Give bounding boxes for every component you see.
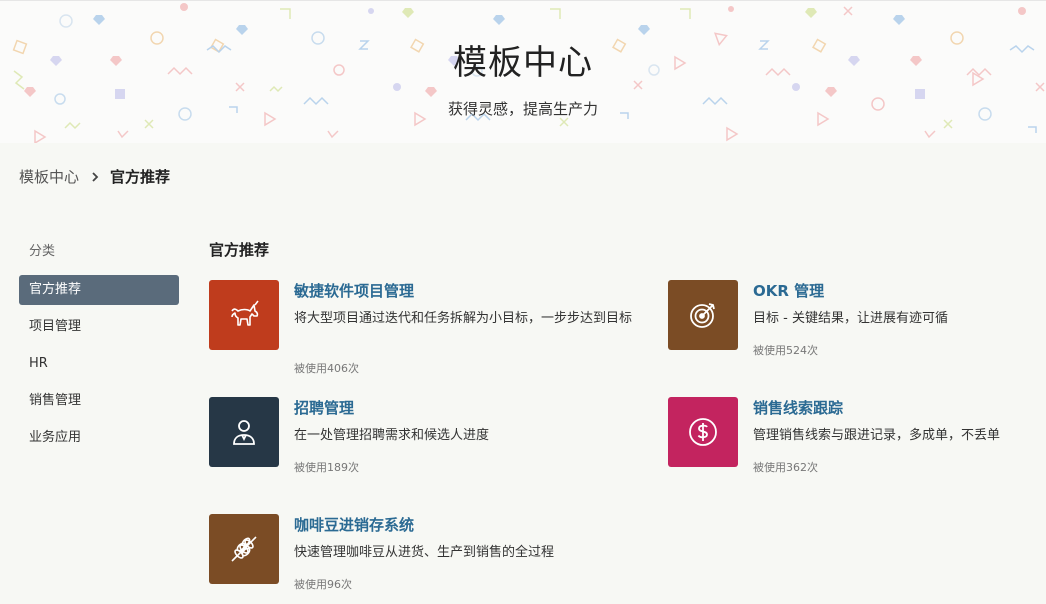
template-title[interactable]: 咖啡豆进销存系统	[294, 514, 414, 535]
template-usage-count: 被使用96次	[294, 578, 352, 591]
breadcrumb: 模板中心 官方推荐	[19, 166, 170, 187]
template-usage-count: 被使用189次	[294, 461, 359, 474]
hero-title: 模板中心	[453, 43, 593, 83]
person-icon	[209, 397, 279, 467]
hero-subtitle: 获得灵感，提高生产力	[447, 100, 598, 118]
template-card[interactable]: 招聘管理 在一处管理招聘需求和候选人进度 被使用189次	[209, 397, 579, 497]
sidebar-item-project[interactable]: 项目管理	[19, 312, 179, 342]
template-description: 目标 - 关键结果，让进展有迹可循	[753, 311, 948, 326]
wheat-icon	[209, 514, 279, 584]
sidebar-item-sales[interactable]: 销售管理	[19, 386, 179, 416]
template-card[interactable]: 销售线索跟踪 管理销售线索与跟进记录，多成单，不丢单 被使用362次	[668, 397, 1038, 497]
category-sidebar: 分类 官方推荐 项目管理 HR 销售管理 业务应用	[19, 236, 179, 453]
template-description: 将大型项目通过迭代和任务拆解为小目标，一步步达到目标	[294, 311, 633, 326]
sidebar-item-official[interactable]: 官方推荐	[19, 275, 179, 305]
template-card[interactable]: 咖啡豆进销存系统 快速管理咖啡豆从进货、生产到销售的全过程 被使用96次	[209, 514, 579, 604]
sidebar-item-business[interactable]: 业务应用	[19, 423, 179, 453]
unicorn-icon	[209, 280, 279, 350]
chevron-right-icon	[89, 171, 101, 183]
breadcrumb-current: 官方推荐	[110, 168, 171, 186]
template-title[interactable]: 招聘管理	[294, 397, 354, 418]
template-card[interactable]: 敏捷软件项目管理 将大型项目通过迭代和任务拆解为小目标，一步步达到目标 被使用4…	[209, 280, 632, 380]
template-title[interactable]: OKR 管理	[753, 280, 824, 301]
template-description: 管理销售线索与跟进记录，多成单，不丢单	[753, 428, 1001, 443]
breadcrumb-home-link[interactable]: 模板中心	[19, 166, 79, 187]
hero-banner: 模板中心 获得灵感，提高生产力	[0, 0, 1046, 143]
template-usage-count: 被使用524次	[753, 344, 818, 357]
template-description: 在一处管理招聘需求和候选人进度	[294, 428, 490, 443]
template-title[interactable]: 销售线索跟踪	[753, 397, 843, 418]
sidebar-heading: 分类	[29, 244, 56, 259]
template-usage-count: 被使用362次	[753, 461, 818, 474]
dollar-icon	[668, 397, 738, 467]
template-description: 快速管理咖啡豆从进货、生产到销售的全过程	[294, 545, 555, 560]
template-title[interactable]: 敏捷软件项目管理	[294, 280, 414, 301]
template-usage-count: 被使用406次	[294, 362, 359, 375]
template-card[interactable]: OKR 管理 目标 - 关键结果，让进展有迹可循 被使用524次	[668, 280, 1038, 380]
section-title: 官方推荐	[209, 241, 270, 259]
sidebar-item-hr[interactable]: HR	[19, 349, 179, 379]
target-icon	[668, 280, 738, 350]
